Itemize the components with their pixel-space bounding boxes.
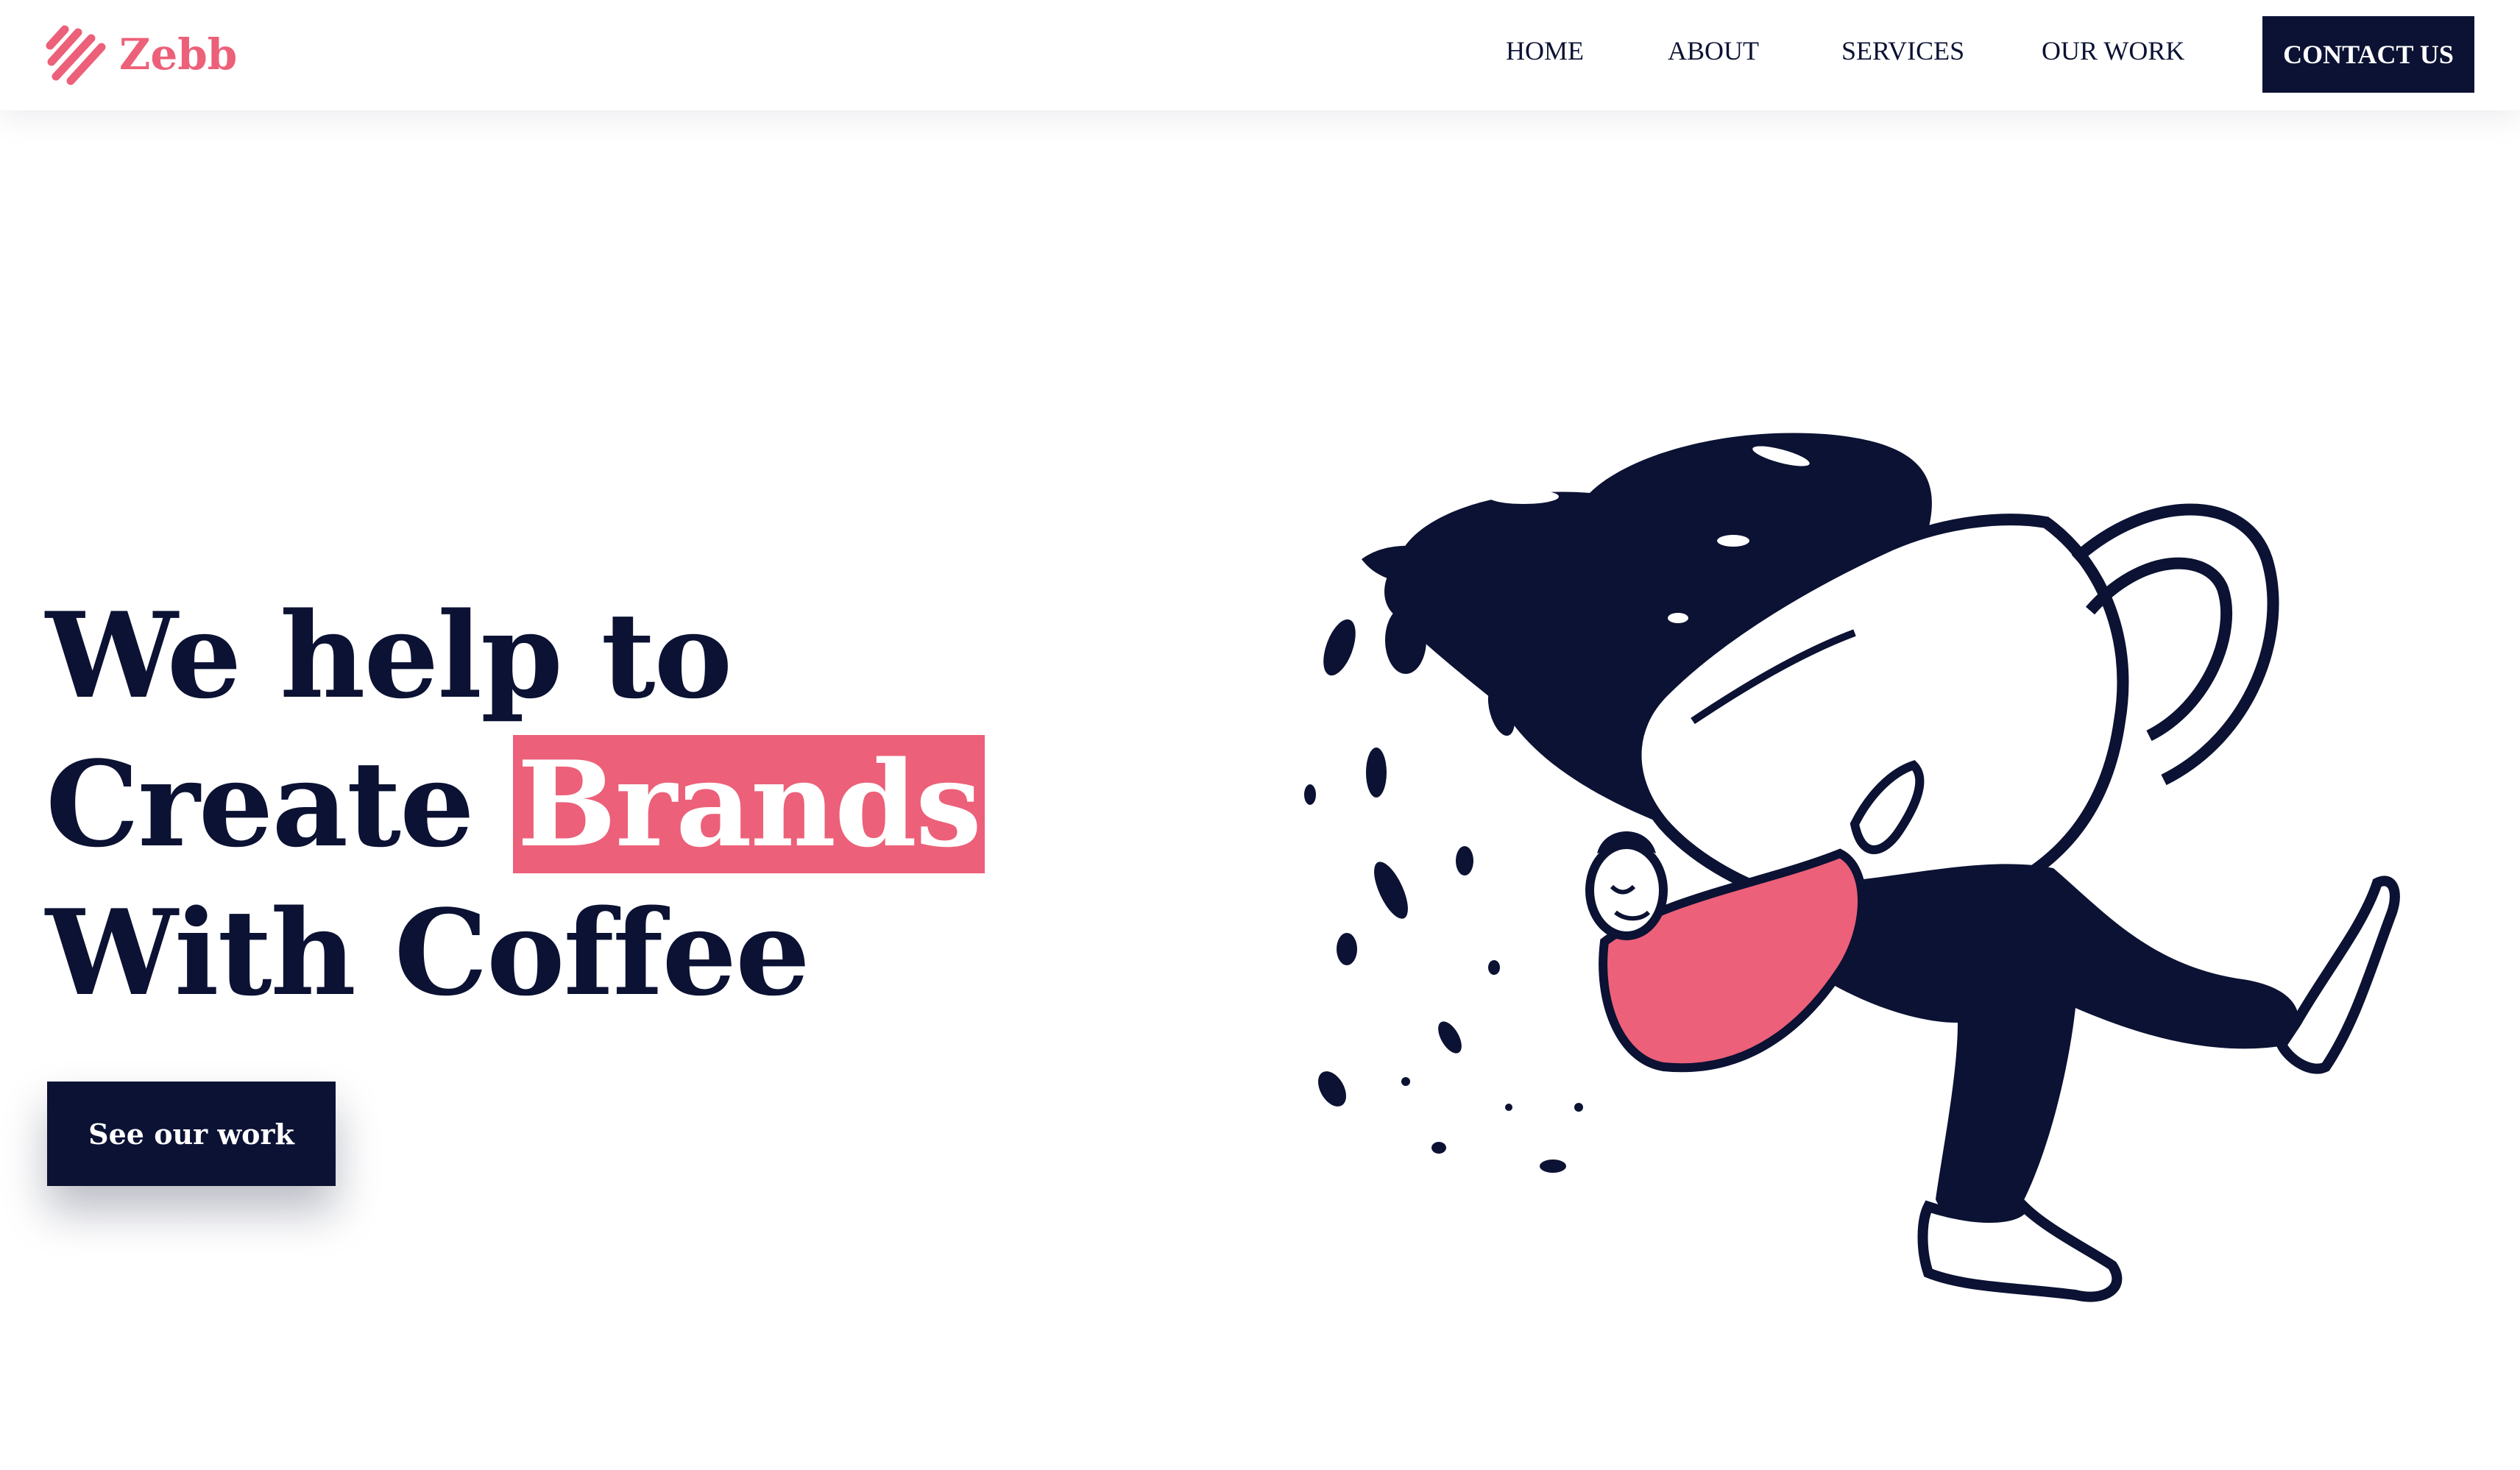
contact-us-button[interactable]: CONTACT US: [2262, 16, 2474, 93]
site-header: Zebb HOME ABOUT SERVICES OUR WORK CONTAC…: [0, 0, 2520, 110]
brand-name: Zebb: [119, 29, 238, 79]
nav-about[interactable]: ABOUT: [1668, 32, 1759, 69]
hero-line-2: Create Brands: [46, 730, 985, 878]
hero-line-1: We help to: [46, 586, 732, 725]
nav-home[interactable]: HOME: [1506, 32, 1584, 69]
person-head: [1585, 831, 1668, 940]
hero-highlight: Brands: [512, 735, 985, 873]
hero-title: We help to Create Brands With Coffee: [46, 581, 985, 1027]
see-our-work-button[interactable]: See our work: [47, 1082, 336, 1186]
coffee-person-illustration: [1304, 433, 2400, 1302]
hero-line-2-prefix: Create: [46, 735, 513, 873]
diagonal-stripes-icon: [46, 25, 106, 85]
nav-our-work[interactable]: OUR WORK: [2042, 32, 2184, 69]
nav-services[interactable]: SERVICES: [1841, 32, 1964, 69]
person-legs: [1811, 864, 2299, 1222]
hero-line-3: With Coffee: [46, 884, 810, 1022]
brand-logo[interactable]: Zebb: [46, 24, 237, 85]
